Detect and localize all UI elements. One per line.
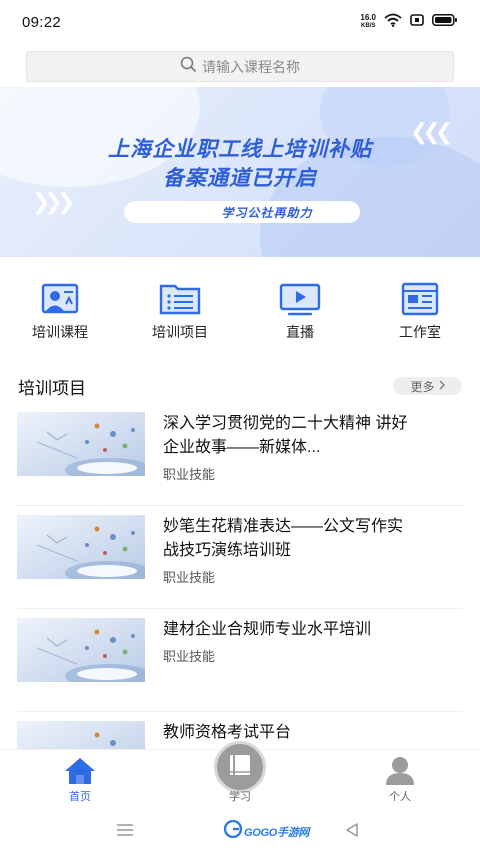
status-bar: 09:22 16.0 KB/S — [0, 0, 480, 44]
quick-nav-label: 工作室 — [399, 324, 441, 340]
quick-nav-course[interactable]: 培训课程 — [0, 282, 120, 342]
more-label: 更多 — [410, 379, 435, 394]
quick-nav-live[interactable]: 直播 — [240, 282, 360, 342]
wifi-icon — [384, 13, 402, 32]
net-speed-value: 16.0 — [360, 13, 376, 22]
battery-icon — [432, 13, 458, 31]
course-thumbnail — [17, 618, 145, 682]
course-title: 深入学习贯彻党的二十大精神 讲好企业故事——新媒体... — [163, 415, 408, 456]
nav-home-label: 首页 — [69, 791, 91, 803]
bottom-nav: 首页 学习 个人 — [0, 741, 480, 807]
quick-nav-label: 培训课程 — [32, 324, 88, 340]
watermark: GOGO手游网 — [223, 819, 310, 843]
section-header: 培训项目 更多 — [18, 374, 462, 398]
net-speed: 16.0 KB/S — [360, 14, 376, 30]
promo-banner[interactable]: ❮❮❮ ❯❯❯ 上海企业职工线上培训补贴 备案通道已开启 学习公社再助力 — [0, 87, 480, 257]
list-item[interactable]: 深入学习贯彻党的二十大精神 讲好企业故事——新媒体... 职业技能 — [17, 403, 463, 506]
home-icon — [63, 756, 97, 791]
banner-title: 上海企业职工线上培训补贴 — [108, 138, 372, 161]
course-title: 建材企业合规师专业水平培训 — [163, 621, 372, 638]
course-title: 教师资格考试平台 — [163, 724, 292, 741]
quick-nav-project[interactable]: 培训项目 — [120, 282, 240, 342]
search-placeholder: 请输入课程名称 — [202, 58, 300, 75]
menu-icon[interactable] — [116, 823, 134, 842]
banner-subtitle: 备案通道已开启 — [163, 167, 317, 190]
project-icon — [158, 282, 202, 316]
nav-study[interactable]: 学习 — [160, 741, 320, 807]
course-tag: 职业技能 — [163, 570, 216, 585]
course-thumbnail — [17, 412, 145, 476]
list-item[interactable]: 妙笔生花精准表达——公文写作实战技巧演练培训班 职业技能 — [17, 506, 463, 609]
search-input[interactable]: 请输入课程名称 — [26, 51, 454, 82]
list-item[interactable]: 建材企业合规师专业水平培训 职业技能 — [17, 609, 463, 712]
section-title: 培训项目 — [18, 378, 86, 398]
status-icons: 16.0 KB/S — [360, 13, 458, 32]
watermark-text: GOGO手游网 — [244, 826, 310, 839]
course-text: 深入学习贯彻党的二十大精神 讲好企业故事——新媒体... 职业技能 — [163, 412, 415, 483]
system-nav-bar: GOGO手游网 — [0, 807, 480, 853]
course-thumbnail — [17, 515, 145, 579]
more-button[interactable]: 更多 — [393, 377, 462, 395]
banner-pill: 学习公社再助力 — [124, 201, 360, 223]
net-speed-unit: KB/S — [361, 23, 376, 29]
nav-home[interactable]: 首页 — [0, 750, 160, 807]
book-icon — [227, 753, 253, 782]
chevron-right-icon — [439, 379, 445, 393]
search-icon — [180, 56, 196, 77]
back-icon[interactable] — [344, 822, 360, 843]
chevron-right-icon: ❯❯❯ — [32, 189, 75, 214]
nav-profile-label: 个人 — [389, 791, 411, 803]
course-tag: 职业技能 — [163, 649, 216, 664]
quick-nav-label: 直播 — [286, 324, 314, 340]
quick-nav: 培训课程 培训项目 直播 工作室 — [0, 282, 480, 342]
banner-pill-text: 学习公社再助力 — [221, 205, 313, 220]
notification-icon — [410, 13, 424, 31]
quick-nav-label: 培训项目 — [152, 324, 208, 340]
course-icon — [38, 282, 82, 316]
status-time: 09:22 — [22, 13, 62, 31]
studio-icon — [398, 282, 442, 316]
live-icon — [278, 282, 322, 316]
nav-profile[interactable]: 个人 — [320, 750, 480, 807]
course-tag: 职业技能 — [163, 467, 216, 482]
user-icon — [384, 755, 416, 790]
course-text: 妙笔生花精准表达——公文写作实战技巧演练培训班 职业技能 — [163, 515, 415, 586]
logo-icon — [223, 819, 243, 843]
course-title: 妙笔生花精准表达——公文写作实战技巧演练培训班 — [163, 518, 404, 559]
course-text: 教师资格考试平台 — [163, 721, 415, 749]
study-button[interactable] — [214, 741, 266, 793]
course-text: 建材企业合规师专业水平培训 职业技能 — [163, 618, 415, 665]
nav-study-label: 学习 — [229, 791, 251, 803]
quick-nav-studio[interactable]: 工作室 — [360, 282, 480, 342]
